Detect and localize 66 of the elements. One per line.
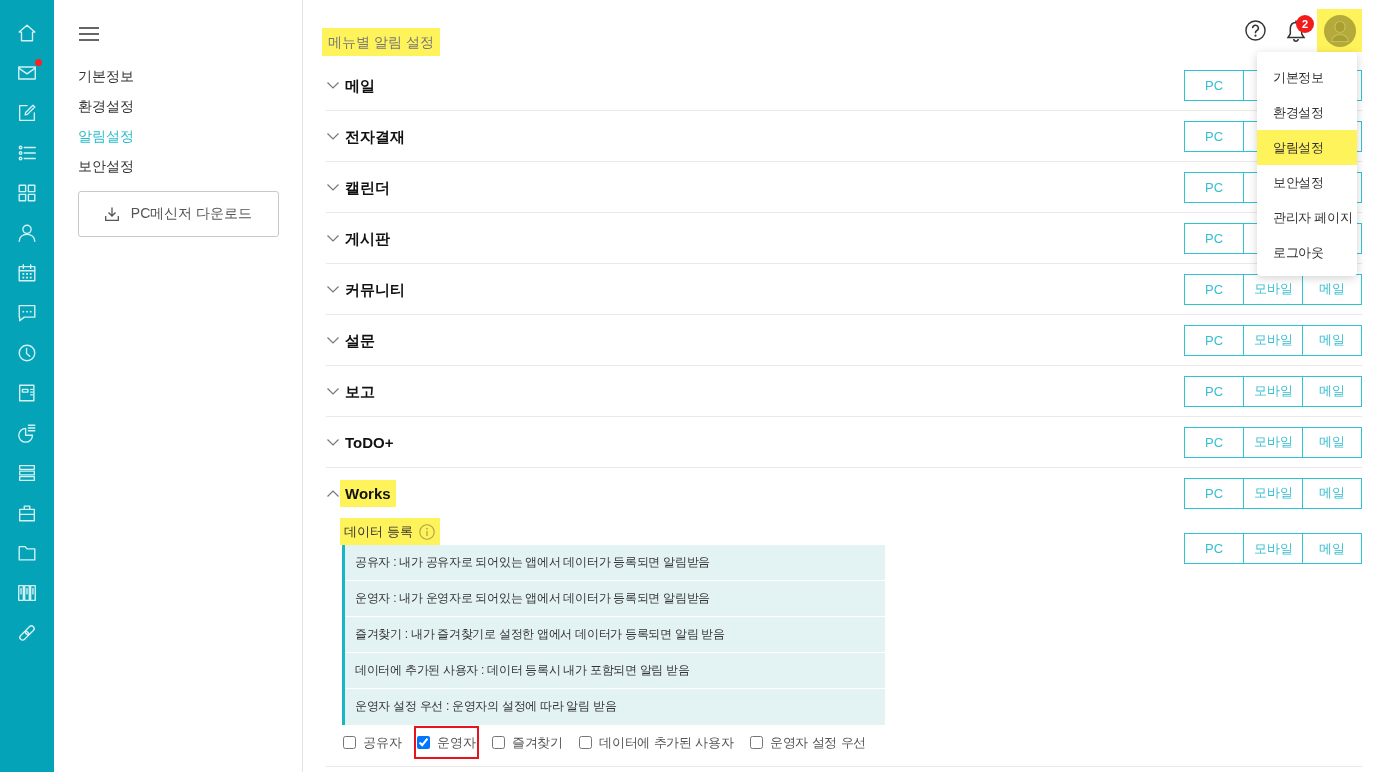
- checkbox[interactable]: [749, 736, 763, 749]
- checkbox-label[interactable]: 공유자: [363, 733, 402, 752]
- chevron-down-icon[interactable]: [327, 336, 339, 344]
- description-text: 공유자 : 내가 공유자로 되어있는 앱에서 데이터가 등록되면 알림받음: [345, 545, 885, 581]
- section-title[interactable]: 보고: [340, 377, 380, 405]
- checkbox-label[interactable]: 운영자 설정 우선: [769, 733, 867, 752]
- download-icon: [104, 207, 119, 221]
- binders-icon[interactable]: [16, 582, 38, 604]
- description-text: 데이터에 추가된 사용자 : 데이터 등록시 내가 포함되면 알림 받음: [345, 653, 885, 689]
- section-title[interactable]: Works: [340, 479, 396, 507]
- menu-item[interactable]: 기본정보: [1257, 60, 1357, 95]
- avatar-icon: [1323, 14, 1356, 47]
- stacked-rows-icon[interactable]: [16, 462, 38, 484]
- notepad-icon[interactable]: [16, 382, 38, 404]
- checkbox-label[interactable]: 운영자: [437, 733, 476, 752]
- checkbox-label[interactable]: 데이터에 추가된 사용자: [599, 733, 734, 752]
- checkbox[interactable]: [343, 736, 356, 749]
- chevron-down-icon[interactable]: [327, 132, 339, 140]
- description-text: 운영자 : 내가 운영자로 되어있는 앱에서 데이터가 등록되면 알림받음: [345, 581, 885, 617]
- briefcase-icon[interactable]: [16, 502, 38, 524]
- section-title[interactable]: 메일: [340, 71, 380, 99]
- home-icon[interactable]: [16, 22, 38, 44]
- section-title[interactable]: 설문: [340, 326, 380, 354]
- info-icon[interactable]: [418, 523, 435, 540]
- settings-nav-item[interactable]: 환경설정: [78, 91, 134, 121]
- menu-item[interactable]: 알림설정: [1257, 130, 1357, 165]
- description-text: 즐겨찾기 : 내가 즐겨찾기로 설정한 앱에서 데이터가 등록되면 알림 받음: [345, 617, 885, 653]
- chevron-down-icon[interactable]: [327, 387, 339, 395]
- chevron-down-icon[interactable]: [327, 234, 339, 242]
- pie-chart-icon[interactable]: [16, 422, 38, 444]
- avatar-button[interactable]: [1317, 9, 1362, 52]
- edit-icon[interactable]: [16, 102, 38, 124]
- chevron-up-icon[interactable]: [327, 489, 339, 497]
- menu-item[interactable]: 보안설정: [1257, 165, 1357, 200]
- section-title[interactable]: 커뮤니티: [340, 275, 410, 303]
- chevron-down-icon[interactable]: [327, 183, 339, 191]
- section-title[interactable]: 게시판: [340, 224, 395, 252]
- chevron-down-icon[interactable]: [327, 81, 339, 89]
- section-title[interactable]: ToDO+: [340, 428, 399, 456]
- checkbox[interactable]: [417, 736, 431, 749]
- download-button[interactable]: PC메신저 다운로드: [78, 191, 279, 237]
- chevron-down-icon[interactable]: [327, 285, 339, 293]
- page-title: 메뉴별 알림 설정: [322, 28, 440, 56]
- section-title[interactable]: 전자결재: [340, 122, 410, 150]
- menu-item[interactable]: 로그아웃: [1257, 235, 1357, 270]
- description-text: 운영자 설정 우선 : 운영자의 설정에 따라 알림 받음: [354, 698, 618, 715]
- subsection-title: 데이터 등록: [344, 522, 413, 541]
- bell-icon[interactable]: [1286, 19, 1306, 42]
- chevron-down-icon[interactable]: [327, 438, 339, 446]
- checkbox-label[interactable]: 즐겨찾기: [511, 733, 563, 752]
- person-icon[interactable]: [16, 222, 38, 244]
- menu-item[interactable]: 환경설정: [1257, 95, 1357, 130]
- settings-nav-item[interactable]: 보안설정: [78, 151, 134, 181]
- checkbox[interactable]: [491, 736, 505, 749]
- calendar-icon[interactable]: [16, 262, 38, 284]
- clock-icon[interactable]: [16, 342, 38, 364]
- grid-icon[interactable]: [16, 182, 38, 204]
- chat-bubble-icon[interactable]: [16, 302, 38, 324]
- section-title[interactable]: 캘린더: [340, 173, 395, 201]
- menu-icon[interactable]: [79, 27, 99, 41]
- link-icon[interactable]: [16, 622, 38, 644]
- checkbox[interactable]: [579, 736, 592, 749]
- menu-item[interactable]: 관리자 페이지: [1257, 200, 1357, 235]
- notification-badge: 2: [1296, 14, 1314, 33]
- settings-nav-item[interactable]: 기본정보: [78, 61, 134, 91]
- help-icon[interactable]: [1245, 20, 1266, 41]
